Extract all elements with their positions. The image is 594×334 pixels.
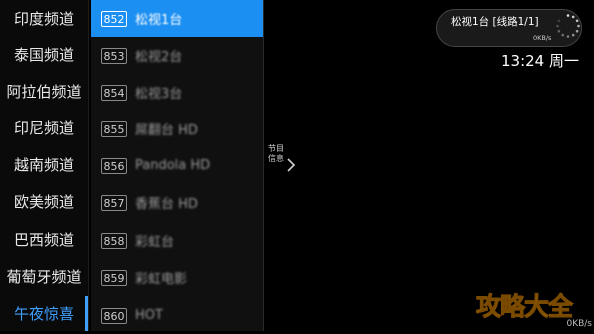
category-label: 巴西频道 [13, 231, 74, 249]
category-label: 葡萄牙频道 [6, 268, 82, 286]
channel-number: 855 [101, 120, 127, 137]
channel-item-active[interactable]: 852 松视1台 [91, 0, 263, 37]
category-item-active[interactable]: 午夜惊喜 [0, 295, 88, 332]
category-item[interactable]: 欧美频道 [0, 183, 88, 220]
program-info-tab[interactable]: 节目信息 [268, 144, 284, 164]
channel-number: 853 [101, 47, 127, 64]
channel-number: 856 [101, 157, 127, 174]
current-channel-line: 松视1台 [线路1/1] [451, 16, 539, 28]
category-list: 印度频道 泰国频道 阿拉伯频道 印尼频道 越南频道 欧美频道 巴西频道 葡萄牙频… [0, 0, 89, 331]
channel-item[interactable]: 860 HOT [91, 297, 263, 334]
category-label: 阿拉伯频道 [6, 83, 82, 101]
channel-name: 屌翻台 HD [135, 123, 198, 138]
channel-item[interactable]: 859 彩虹电影 [91, 259, 263, 296]
channel-item[interactable]: 854 松视3台 [91, 74, 263, 111]
category-label: 越南频道 [13, 156, 74, 174]
channel-name: HOT [135, 308, 163, 323]
loading-spinner-icon [556, 14, 580, 38]
channel-item[interactable]: 857 香蕉台 HD [91, 184, 263, 221]
channel-name: 松视1台 [135, 13, 183, 28]
active-category-indicator [85, 296, 88, 331]
channel-list: 852 松视1台 853 松视2台 854 松视3台 855 屌翻台 HD 85… [91, 0, 264, 331]
category-label: 印度频道 [13, 10, 74, 28]
channel-number: 859 [101, 269, 127, 286]
category-label: 午夜惊喜 [13, 305, 74, 323]
category-label: 印尼频道 [13, 119, 74, 137]
channel-item[interactable]: 856 Pandola HD [91, 147, 263, 184]
channel-item[interactable]: 858 彩虹台 [91, 222, 263, 259]
category-item[interactable]: 越南频道 [0, 146, 88, 183]
channel-number: 858 [101, 232, 127, 249]
channel-item[interactable]: 853 松视2台 [91, 37, 263, 74]
channel-name: 松视3台 [135, 87, 183, 102]
category-item[interactable]: 巴西频道 [0, 221, 88, 258]
category-item[interactable]: 泰国频道 [0, 36, 88, 73]
channel-name: 松视2台 [135, 50, 183, 65]
category-label: 欧美频道 [13, 193, 74, 211]
chevron-right-icon[interactable] [284, 155, 298, 175]
network-speed: 0KB/s [566, 319, 592, 329]
category-item[interactable]: 葡萄牙频道 [0, 258, 88, 295]
channel-name: Pandola HD [135, 158, 211, 173]
channel-name: 彩虹台 [135, 235, 175, 250]
category-item[interactable]: 印度频道 [0, 0, 88, 37]
category-item[interactable]: 阿拉伯频道 [0, 73, 88, 110]
channel-item[interactable]: 855 屌翻台 HD [91, 110, 263, 147]
channel-name: 香蕉台 HD [135, 197, 198, 212]
category-item[interactable]: 印尼频道 [0, 109, 88, 146]
channel-number: 854 [101, 84, 127, 101]
category-label: 泰国频道 [13, 46, 74, 64]
stream-speed: 0KB/s [533, 34, 552, 42]
clock: 13:24 周一 [501, 52, 579, 70]
channel-number: 860 [101, 307, 127, 324]
stream-status-panel: 松视1台 [线路1/1] 0KB/s [436, 9, 582, 47]
channel-number: 852 [101, 10, 127, 27]
channel-number: 857 [101, 194, 127, 211]
channel-name: 彩虹电影 [135, 272, 188, 287]
